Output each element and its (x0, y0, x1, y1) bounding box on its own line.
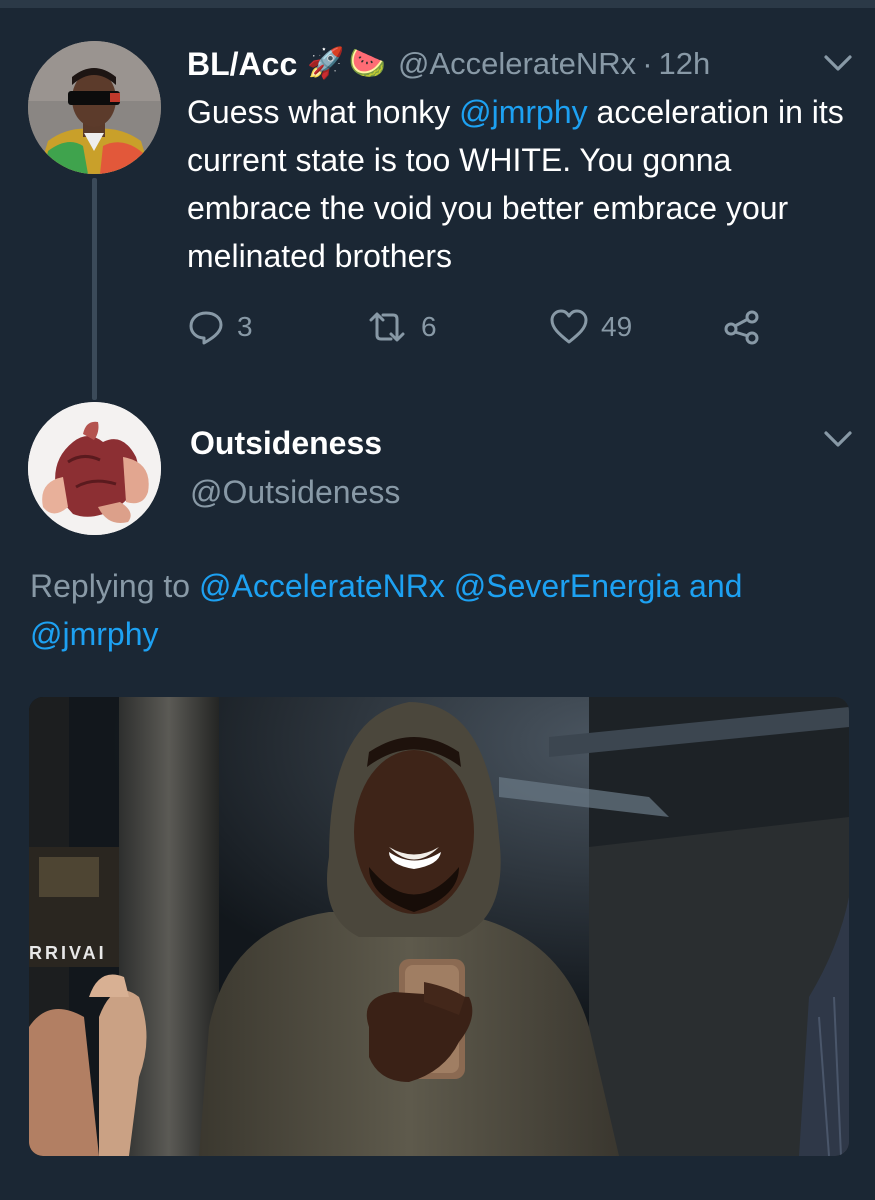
tweet-text: Guess what honky @jmrphy acceleration in… (187, 88, 857, 280)
like-count: 49 (601, 311, 633, 342)
top-divider (0, 0, 875, 8)
rocket-emoji: 🚀 (307, 47, 345, 80)
mention-link[interactable]: @SeverEnergia (454, 568, 680, 604)
replying-conjunction[interactable]: and (680, 568, 742, 604)
replying-to-line: Replying to @AccelerateNRx @SeverEnergia… (30, 562, 850, 658)
reply-button[interactable]: 3 (187, 302, 253, 352)
like-button[interactable]: 49 (549, 302, 632, 352)
mention-link[interactable]: @AccelerateNRx (199, 568, 445, 604)
reply-count: 3 (237, 311, 253, 342)
separator-dot: · (642, 46, 653, 81)
reply-icon (187, 308, 225, 346)
media-image[interactable]: RRIVAI (29, 697, 849, 1156)
user-handle[interactable]: @Outsideness (190, 474, 400, 511)
replying-prefix: Replying to (30, 568, 199, 604)
display-name[interactable]: Outsideness (190, 425, 382, 462)
tweet-text-segment: Guess what honky (187, 94, 460, 130)
display-name[interactable]: BL/Acc (187, 46, 297, 83)
timestamp[interactable]: 12h (659, 46, 711, 82)
chevron-down-icon[interactable] (818, 48, 858, 78)
share-icon (722, 308, 762, 346)
share-button[interactable] (722, 302, 762, 352)
watermelon-emoji: 🍉 (348, 47, 386, 80)
thread-connector-line (92, 178, 97, 400)
retweet-button[interactable]: 6 (365, 302, 437, 352)
retweet-icon (365, 308, 409, 346)
tweet-actions: 3 6 49 (187, 302, 787, 352)
chevron-down-icon[interactable] (818, 424, 858, 454)
mention-link[interactable]: @jmrphy (459, 94, 588, 130)
avatar[interactable] (28, 402, 161, 535)
sign-text: RRIVAI (29, 943, 107, 963)
user-handle[interactable]: @AccelerateNRx (398, 46, 636, 82)
tweet-header: BL/Acc 🚀 🍉 @AccelerateNRx · 12h (187, 44, 710, 84)
retweet-count: 6 (421, 311, 437, 342)
like-icon (549, 308, 589, 346)
mention-link[interactable]: @jmrphy (30, 616, 159, 652)
avatar[interactable] (28, 41, 161, 174)
